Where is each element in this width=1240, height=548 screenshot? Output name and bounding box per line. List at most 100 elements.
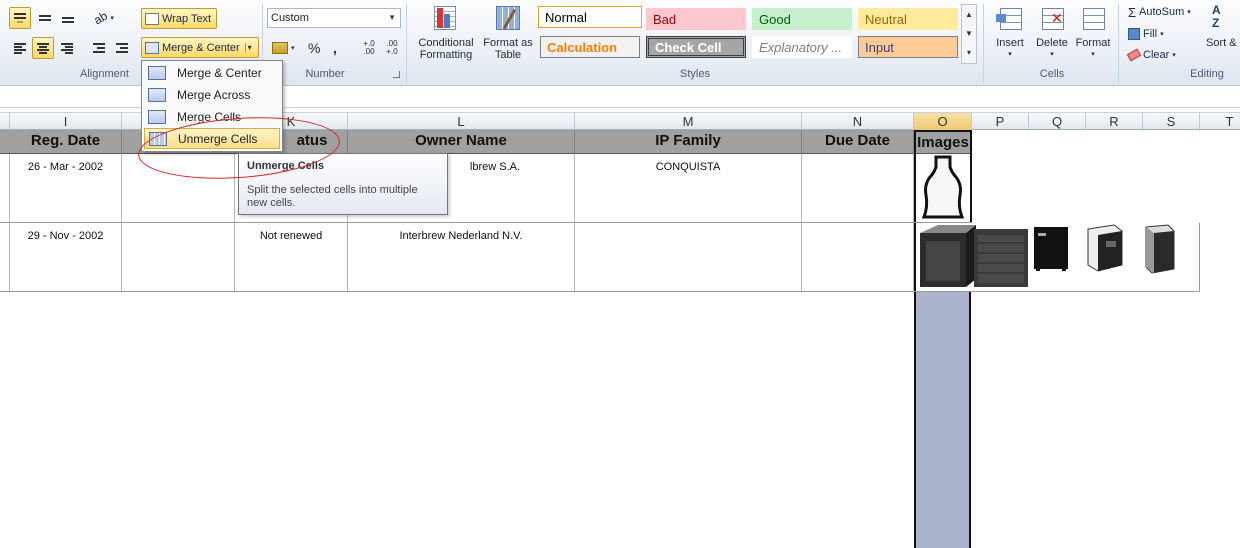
selected-column-o[interactable] (914, 292, 971, 548)
merge-center-icon (145, 41, 159, 54)
style-input[interactable]: Input (858, 36, 958, 58)
top-align-icon (13, 12, 27, 24)
style-explanatory[interactable]: Explanatory ... (752, 36, 852, 58)
wrap-text-button[interactable]: Wrap Text (141, 8, 217, 29)
chevron-down-icon: ▾ (1008, 51, 1012, 58)
dialog-launcher-icon[interactable] (393, 71, 400, 78)
decrease-indent-icon (92, 42, 106, 54)
scroll-up-icon[interactable]: ▲ (962, 5, 976, 24)
increase-indent-button[interactable] (111, 37, 133, 59)
cell-images[interactable] (914, 154, 972, 222)
cell-ip-family[interactable]: CONQUISTA (575, 154, 802, 222)
format-button[interactable]: Format ▾ (1072, 4, 1114, 61)
cell-owner-name[interactable]: Interbrew Nederland N.V. (348, 223, 575, 291)
style-neutral[interactable]: Neutral (858, 8, 958, 30)
comma-button[interactable]: , (329, 37, 347, 59)
cell-ip-family[interactable] (575, 223, 802, 291)
increase-decimal-button[interactable]: +.0 .00 (358, 37, 380, 59)
cell-images[interactable] (914, 223, 1200, 291)
menu-item-label: Merge Across (177, 87, 251, 102)
format-as-table-icon (494, 4, 522, 34)
menu-item-merge-center[interactable]: Merge & Center (144, 62, 280, 83)
style-bad[interactable]: Bad (646, 8, 746, 30)
autosum-button[interactable]: Σ AutoSum ▾ (1124, 3, 1208, 21)
format-as-table-button[interactable]: Format as Table (482, 4, 534, 61)
autosum-label: AutoSum (1139, 6, 1185, 18)
header-images[interactable]: Images (914, 130, 972, 154)
scroll-down-icon[interactable]: ▼ (962, 24, 976, 43)
menu-item-label: Merge Cells (177, 109, 242, 124)
header-ip-family[interactable]: IP Family (575, 130, 802, 154)
insert-cells-icon (996, 4, 1024, 34)
orientation-icon: ab (91, 8, 110, 28)
style-calculation[interactable]: Calculation (540, 36, 640, 58)
header-due-date[interactable]: Due Date (802, 130, 914, 154)
header-reg-date[interactable]: Reg. Date (10, 130, 122, 154)
merge-center-button[interactable]: Merge & Center ▾ (141, 37, 259, 58)
style-normal[interactable]: Normal (538, 6, 642, 28)
delete-button[interactable]: ✕ Delete ▾ (1032, 4, 1072, 61)
middle-align-button[interactable] (34, 7, 56, 29)
fill-label: Fill (1143, 28, 1158, 40)
menu-item-merge-cells[interactable]: Merge Cells (144, 106, 280, 127)
sort-filter-button[interactable]: A Z Sort & Filter (1206, 4, 1240, 49)
orientation-button[interactable]: ab ▾ (90, 7, 118, 29)
cell-reg-date[interactable]: 26 - Mar - 2002 (10, 154, 122, 222)
cell-status[interactable]: Not renewed (235, 223, 348, 291)
wrap-text-label: Wrap Text (162, 12, 212, 25)
style-label: Calculation (547, 39, 618, 55)
cell-due-date[interactable] (802, 223, 914, 291)
cell-empty[interactable] (122, 223, 235, 291)
column-header-s[interactable]: S (1143, 113, 1200, 131)
cell-due-date[interactable] (802, 154, 914, 222)
cell-reg-date[interactable]: 29 - Nov - 2002 (10, 223, 122, 291)
column-header-m[interactable]: M (575, 113, 802, 131)
merge-center-dropdown-icon[interactable]: ▾ (244, 43, 252, 52)
styles-gallery-scroll[interactable]: ▲ ▼ ▾ (961, 4, 977, 64)
alignment-group-label: Alignment (80, 68, 129, 80)
sort-az-icon: A Z (1212, 3, 1221, 30)
fill-button[interactable]: Fill ▾ (1124, 25, 1184, 43)
column-header-r[interactable]: R (1086, 113, 1143, 131)
device-image-5 (1145, 224, 1175, 274)
decrease-indent-button[interactable] (88, 37, 110, 59)
device-images (920, 224, 1175, 287)
align-left-button[interactable] (9, 37, 31, 59)
align-right-button[interactable] (56, 37, 78, 59)
table-row: 26 - Mar - 2002 lbrew S.A. CONQUISTA (0, 154, 972, 223)
unmerge-cells-icon (149, 131, 167, 146)
delete-label: Delete (1036, 37, 1068, 49)
cell-empty[interactable] (122, 154, 235, 222)
merge-dropdown-menu: Merge & Center Merge Across Merge Cells … (141, 60, 283, 152)
clear-button[interactable]: Clear ▾ (1124, 46, 1188, 64)
style-check-cell[interactable]: Check Cell (646, 36, 746, 58)
tooltip: Unmerge Cells Split the selected cells i… (238, 153, 448, 215)
percent-button[interactable]: % (304, 37, 324, 59)
decrease-decimal-button[interactable]: .00 +.0 (381, 37, 403, 59)
menu-item-merge-across[interactable]: Merge Across (144, 84, 280, 105)
column-header-i[interactable]: I (10, 113, 122, 131)
accounting-format-button[interactable]: ▾ (268, 37, 300, 59)
column-header-q[interactable]: Q (1029, 113, 1086, 131)
menu-item-unmerge-cells[interactable]: Unmerge Cells (144, 128, 280, 149)
insert-button[interactable]: Insert ▾ (988, 4, 1032, 61)
bottom-align-button[interactable] (57, 7, 79, 29)
chevron-down-icon: ▾ (1091, 51, 1095, 58)
column-header-l[interactable]: L (348, 113, 575, 131)
column-header-t[interactable]: T (1200, 113, 1240, 131)
header-owner-name[interactable]: Owner Name (348, 130, 575, 154)
number-format-value: Custom (271, 12, 309, 24)
row-header-corner[interactable] (0, 113, 10, 131)
style-good[interactable]: Good (752, 8, 852, 30)
column-header-o[interactable]: O (914, 113, 972, 131)
column-header-n[interactable]: N (802, 113, 914, 131)
conditional-formatting-button[interactable]: Conditional Formatting (410, 4, 482, 61)
number-format-select[interactable]: Custom ▼ (267, 8, 401, 28)
device-image-3 (1034, 227, 1068, 271)
format-label: Format (1075, 37, 1111, 49)
top-align-button[interactable] (9, 7, 31, 29)
column-header-p[interactable]: P (972, 113, 1029, 131)
gallery-more-icon[interactable]: ▾ (962, 43, 976, 62)
align-center-button[interactable] (32, 37, 54, 59)
align-right-icon (60, 42, 74, 54)
